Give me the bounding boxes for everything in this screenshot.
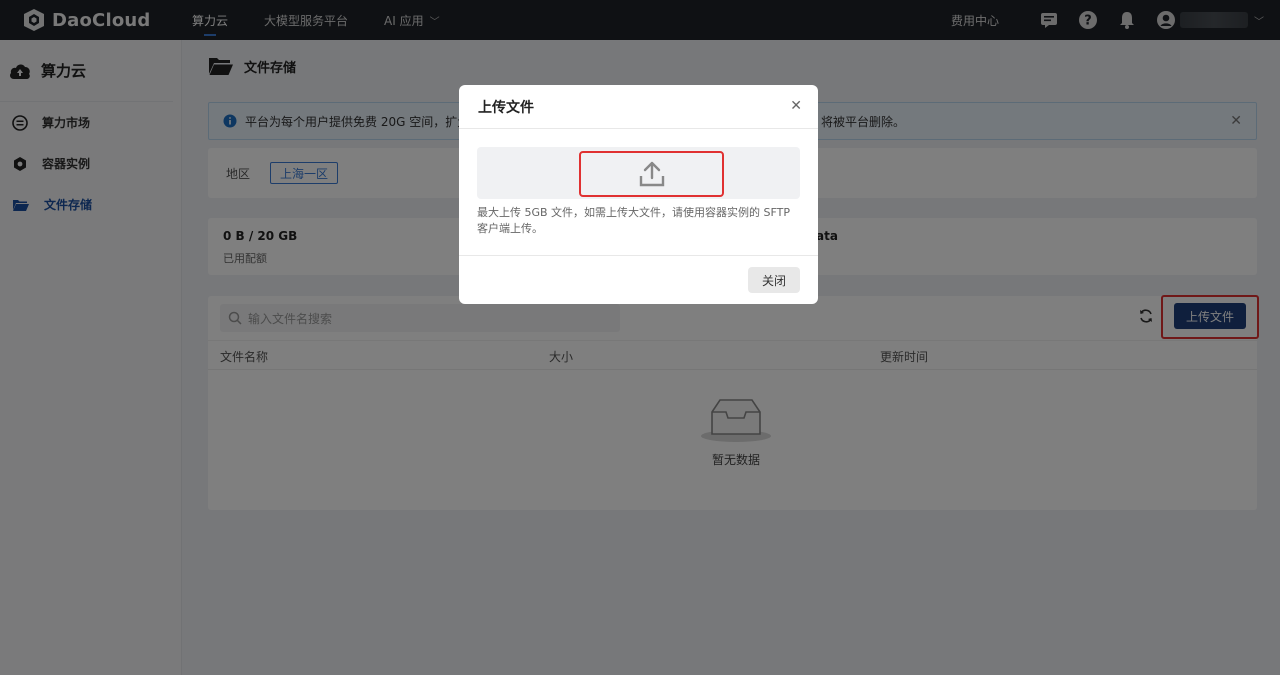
dropzone-highlight bbox=[579, 151, 724, 197]
upload-hint-text: 最大上传 5GB 文件，如需上传大文件，请使用容器实例的 SFTP 客户端上传。 bbox=[477, 206, 791, 235]
close-icon[interactable]: ✕ bbox=[790, 98, 802, 114]
upload-icon[interactable] bbox=[637, 159, 667, 189]
upload-file-dialog: 上传文件 ✕ 最大上传 5GB 文件，如需上传大文件，请使用容器实例的 SFTP… bbox=[459, 85, 818, 304]
upload-dropzone[interactable] bbox=[477, 147, 800, 199]
dialog-title: 上传文件 bbox=[478, 99, 534, 116]
dialog-header: 上传文件 bbox=[459, 85, 818, 129]
dialog-footer: 关闭 bbox=[459, 255, 818, 304]
close-button[interactable]: 关闭 bbox=[748, 267, 800, 293]
